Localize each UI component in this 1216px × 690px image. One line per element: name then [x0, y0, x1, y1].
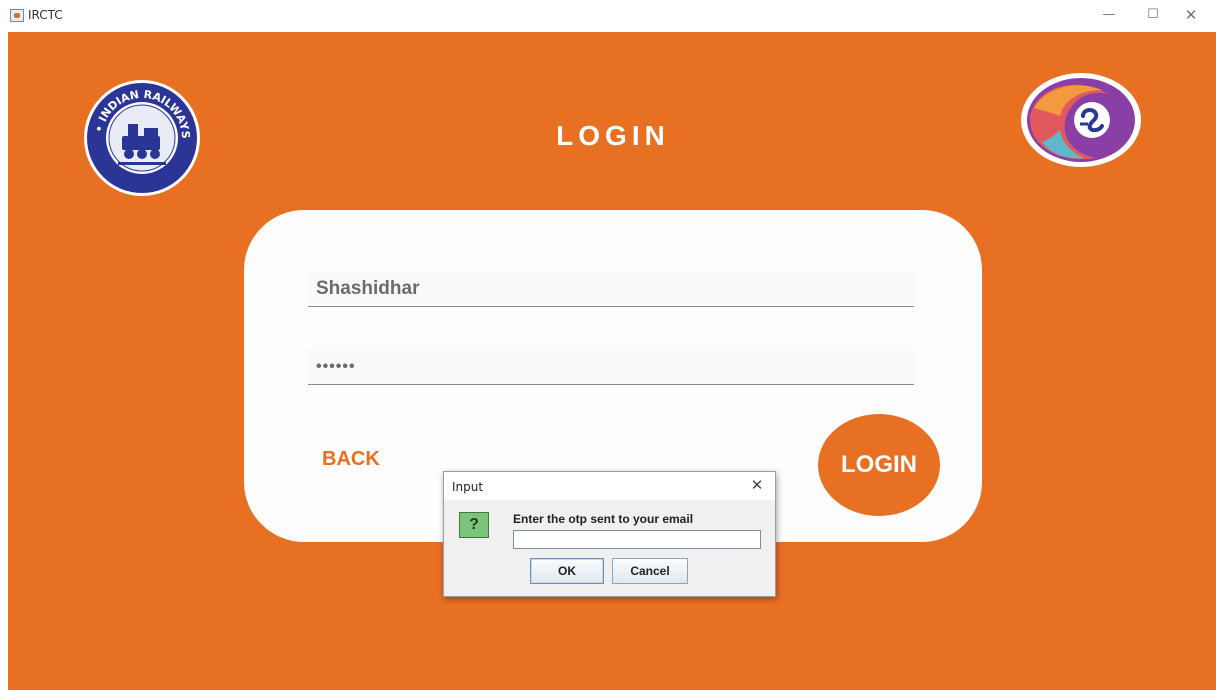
password-field[interactable]: •••••• [308, 350, 914, 384]
username-underline [308, 306, 914, 307]
password-value: •••••• [316, 358, 356, 375]
minimize-button[interactable]: — [1094, 4, 1124, 26]
question-icon: ? [459, 512, 489, 538]
username-value: Shashidhar [316, 278, 420, 299]
page-title: LOGIN [556, 120, 670, 151]
password-underline [308, 384, 914, 385]
ok-button[interactable]: OK [530, 558, 604, 584]
cancel-button[interactable]: Cancel [612, 558, 688, 584]
login-button[interactable]: LOGIN [818, 414, 940, 516]
window-titlebar: IRCTC — ☐ ✕ [0, 0, 1216, 32]
dialog-titlebar: Input ✕ [444, 472, 775, 500]
window-title: IRCTC [28, 8, 63, 22]
dialog-close-icon[interactable]: ✕ [746, 476, 768, 494]
username-field[interactable]: Shashidhar [308, 272, 914, 306]
back-button[interactable]: BACK [322, 448, 380, 471]
indian-railways-logo: • INDIAN RAILWAYS • भारतीय रेल [82, 78, 200, 196]
maximize-button[interactable]: ☐ [1138, 4, 1168, 26]
irctc-logo [1021, 73, 1141, 167]
java-app-icon [10, 9, 24, 22]
otp-input-dialog: Input ✕ ? Enter the otp sent to your ema… [443, 471, 776, 597]
close-window-button[interactable]: ✕ [1176, 4, 1206, 26]
dialog-message: Enter the otp sent to your email [513, 512, 694, 526]
dialog-title: Input [452, 480, 484, 494]
otp-input[interactable] [513, 530, 761, 549]
